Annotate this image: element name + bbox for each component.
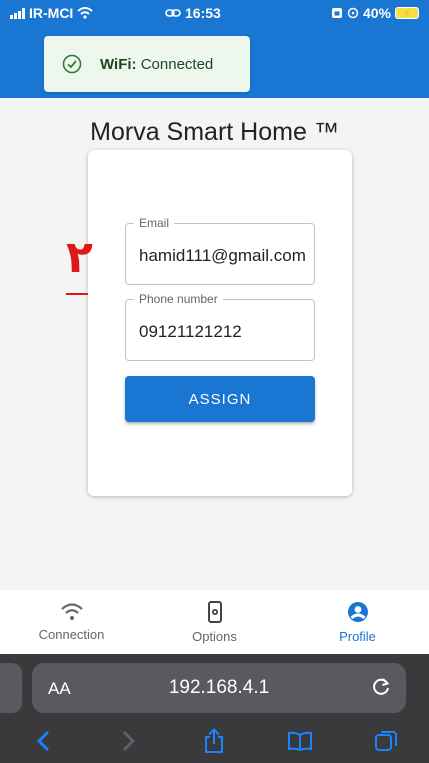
address-bar[interactable]: AA 192.168.4.1 (32, 663, 406, 713)
time-text: 16:53 (185, 5, 221, 21)
link-icon (165, 9, 181, 17)
nav-options-label: Options (192, 628, 237, 644)
carrier-name: IR-MCI (29, 5, 74, 21)
chevron-left-icon (36, 731, 49, 751)
email-input[interactable]: hamid111@gmail.com (139, 246, 315, 266)
wifi-icon (60, 602, 83, 620)
toast-status: Connected (140, 55, 214, 73)
account-circle-icon (347, 601, 368, 622)
phone-field[interactable]: Phone number 09121121212 (125, 292, 315, 361)
wifi-status-icon (77, 7, 93, 19)
lock-rotation-icon (331, 8, 342, 18)
phone-input[interactable]: 09121121212 (139, 322, 315, 342)
toast-label: WiFi: (100, 55, 137, 73)
previous-tab-edge[interactable] (0, 663, 22, 713)
wifi-connected-toast: WiFi: Connected (44, 36, 250, 92)
share-icon (205, 728, 224, 753)
tabs-button[interactable] (371, 726, 401, 756)
alarm-icon (347, 7, 359, 19)
battery-percent: 40% (362, 5, 391, 21)
page-title: Morva Smart Home ™ (90, 118, 339, 146)
nav-connection[interactable]: Connection (0, 590, 143, 654)
chevron-right-icon (122, 731, 135, 751)
annotation-marker-2: ۲ (66, 232, 93, 283)
back-button[interactable] (28, 726, 58, 756)
clock: 16:53 (165, 5, 221, 21)
browser-toolbar (0, 722, 429, 760)
status-bar: IR-MCI 16:53 40% ⚡ (0, 0, 429, 26)
share-button[interactable] (199, 726, 229, 756)
nav-profile[interactable]: Profile (286, 590, 429, 654)
nav-options[interactable]: Options (143, 590, 286, 654)
battery-icon: ⚡ (395, 7, 419, 19)
forward-button[interactable] (114, 726, 144, 756)
url-text[interactable]: 192.168.4.1 (32, 677, 406, 699)
reload-icon[interactable] (372, 675, 392, 697)
nav-connection-label: Connection (38, 626, 105, 642)
settings-phone-icon (207, 600, 222, 623)
battery-info: 40% ⚡ (331, 5, 419, 21)
bookmarks-button[interactable] (285, 726, 315, 756)
annotation-underline-2 (66, 293, 88, 295)
browser-chrome: AA 192.168.4.1 (0, 654, 429, 763)
book-icon (288, 731, 313, 751)
toast-message: WiFi: Connected (100, 56, 213, 73)
assign-button[interactable]: ASSIGN (125, 376, 315, 422)
check-circle-icon (62, 54, 82, 74)
bottom-navigation: Connection Options Profile (0, 590, 429, 654)
phone-label: Phone number (134, 292, 223, 306)
nav-profile-label: Profile (339, 628, 376, 644)
email-field[interactable]: Email hamid111@gmail.com (125, 216, 315, 285)
email-label: Email (134, 216, 175, 230)
assign-card: Email hamid111@gmail.com Phone number 09… (88, 150, 352, 496)
signal-icon (10, 7, 25, 19)
tabs-icon (375, 731, 398, 751)
carrier-info: IR-MCI (10, 5, 93, 21)
